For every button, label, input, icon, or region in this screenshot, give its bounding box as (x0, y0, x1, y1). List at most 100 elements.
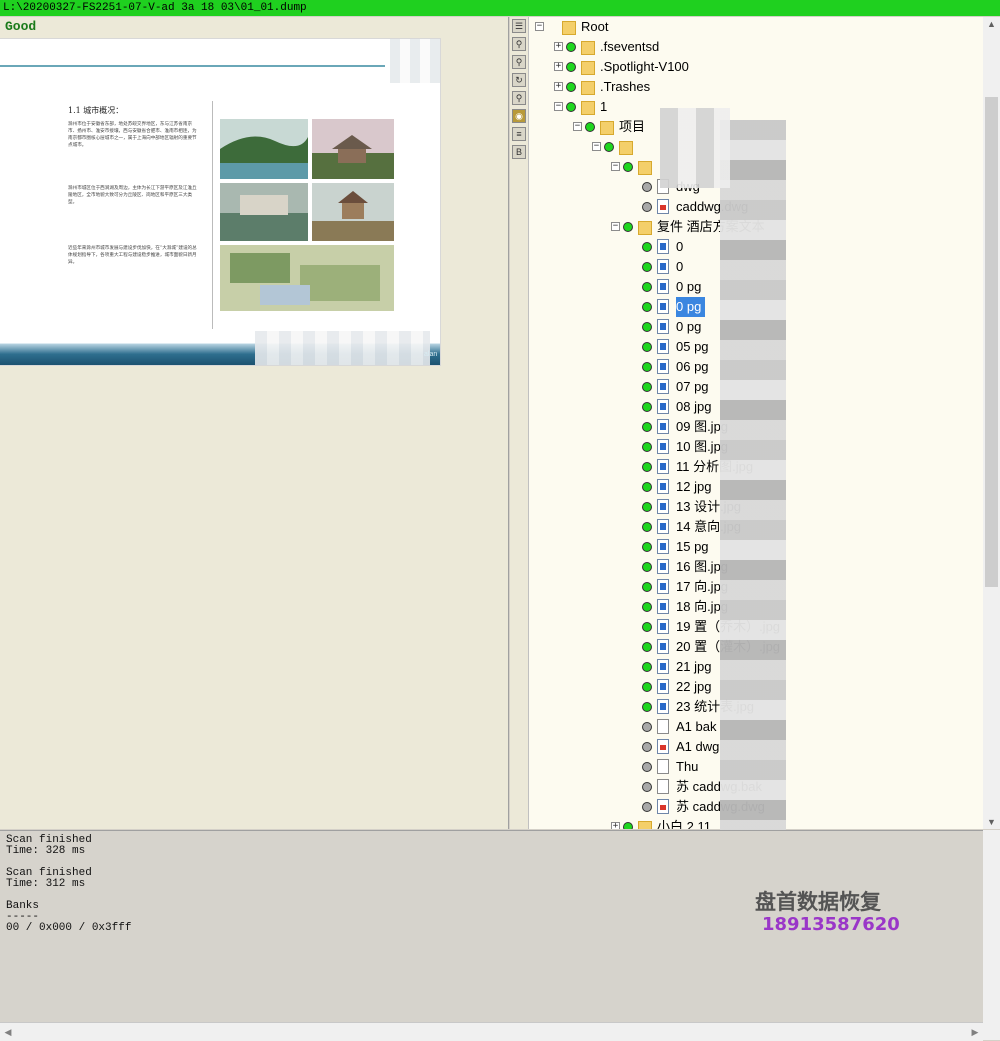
folder-icon (638, 159, 652, 175)
image-file-icon (657, 479, 669, 494)
status-ok-icon (642, 322, 652, 332)
bold-icon[interactable]: B (512, 145, 526, 159)
status-label: Good (5, 19, 37, 34)
preview-top-rule (0, 65, 385, 67)
folder-icon (600, 119, 614, 135)
preview-divider (212, 101, 213, 331)
scroll-up-icon[interactable]: ▲ (983, 17, 1000, 31)
status-ok-icon (642, 622, 652, 632)
tree-folder-row[interactable]: + .Trashes (529, 77, 983, 97)
tree-item-label: 0 pg (676, 319, 702, 334)
image-file-icon (657, 599, 669, 614)
tree-item-label: 06 pg (676, 359, 709, 374)
collapse-icon[interactable]: − (592, 142, 601, 151)
status-ok-icon (642, 702, 652, 712)
status-unknown-icon (642, 762, 652, 772)
expand-icon[interactable]: + (611, 822, 620, 829)
preview-footer-text: alan (424, 351, 438, 358)
image-file-icon (657, 679, 669, 694)
tree-item-label: 08 jpg (676, 399, 712, 414)
scroll-left-icon[interactable]: ◀ (0, 1023, 16, 1041)
tree-folder-row[interactable]: −1 (529, 97, 983, 117)
status-ok-icon (642, 402, 652, 412)
folder-icon (581, 39, 595, 55)
status-unknown-icon (642, 742, 652, 752)
collapse-icon[interactable]: − (611, 222, 620, 231)
status-ok-icon (642, 662, 652, 672)
image-file-icon (657, 579, 669, 594)
search-alt-icon[interactable]: ⚲ (512, 55, 526, 69)
preview-heading: 1.1 城市概况： (68, 106, 124, 115)
tool-strip: ☰ ⚲ ⚲ ↻ ⚲ ◉ ≡ B (510, 17, 529, 829)
tree-folder-row[interactable]: + .Spotlight-V100 (529, 57, 983, 77)
status-ok-icon (566, 62, 576, 72)
preview-panel: Good 1.1 城市概况： 滁州市位于安徽省东部，地处苏皖交界地区，东与江苏省… (0, 17, 509, 829)
folder-icon (562, 19, 576, 35)
eye-icon[interactable]: ◉ (512, 109, 526, 123)
status-ok-icon (642, 362, 652, 372)
image-file-icon (657, 619, 669, 634)
photo-tower (312, 183, 394, 241)
status-ok-icon (566, 102, 576, 112)
file-icon (657, 759, 669, 774)
tree-item-label: Thu (676, 759, 699, 774)
image-file-icon (657, 519, 669, 534)
preview-paragraph-2: 滁州市城区位于西涧湖及周边，主体为长江下游平原区及江淮丘陵地区，全市地貌大致可分… (68, 186, 197, 205)
collapse-icon[interactable]: − (535, 22, 544, 31)
image-file-icon (657, 399, 669, 414)
status-ok-icon (642, 342, 652, 352)
find-icon[interactable]: ⚲ (512, 91, 526, 105)
tree-scrollbar[interactable]: ▲ ▼ (983, 17, 1000, 829)
image-file-icon (657, 699, 669, 714)
expand-icon[interactable]: + (554, 82, 563, 91)
file-icon (657, 779, 669, 794)
window-title: L:\20200327-FS2251-07-V-ad 3a 18 03\01_0… (0, 0, 1000, 16)
status-ok-icon (642, 642, 652, 652)
tree-item-label: .Spotlight-V100 (600, 59, 689, 74)
tree-folder-row[interactable]: − Root (529, 17, 983, 37)
status-ok-icon (642, 542, 652, 552)
tree-item-label: 05 pg (676, 339, 709, 354)
tree-scroll-thumb[interactable] (985, 97, 998, 587)
image-file-icon (657, 239, 669, 254)
tree-item-label: A1 dwg (676, 739, 720, 754)
scrollbar-corner (983, 1022, 1000, 1040)
collapse-icon[interactable]: − (573, 122, 582, 131)
scroll-right-icon[interactable]: ▶ (967, 1023, 983, 1041)
folder-icon (638, 819, 652, 829)
preview-footer-blur (255, 331, 430, 365)
tree-folder-row[interactable]: + .fseventsd (529, 37, 983, 57)
image-file-icon (657, 259, 669, 274)
search-icon[interactable]: ⚲ (512, 37, 526, 51)
folder-icon (581, 99, 595, 115)
status-ok-icon (642, 242, 652, 252)
scroll-down-icon[interactable]: ▼ (983, 815, 1000, 829)
photo-lake (220, 119, 308, 179)
image-file-icon (657, 299, 669, 314)
horizontal-scrollbar[interactable]: ◀ ▶ (0, 1022, 983, 1041)
tree-item-label: 07 pg (676, 379, 709, 394)
photo-bridge (220, 183, 308, 241)
console-scrollbar[interactable] (983, 830, 1000, 1022)
status-ok-icon (642, 562, 652, 572)
dwg-file-icon (657, 739, 669, 754)
tree-item-label: 21 jpg (676, 659, 712, 674)
text-icon[interactable]: ≡ (512, 127, 526, 141)
preview-paragraph-3: 近些年来滁州市城市发展与建设步伐加快，在“大滁城”建设的总体规划指导下，各项重大… (68, 246, 197, 265)
photo-pavilion (312, 119, 394, 179)
expand-icon[interactable]: + (554, 62, 563, 71)
list-icon[interactable]: ☰ (512, 19, 526, 33)
status-ok-icon (642, 682, 652, 692)
file-icon (657, 719, 669, 734)
status-ok-icon (585, 122, 595, 132)
status-unknown-icon (642, 182, 652, 192)
image-file-icon (657, 499, 669, 514)
status-ok-icon (642, 442, 652, 452)
refresh-icon[interactable]: ↻ (512, 73, 526, 87)
expand-icon[interactable]: + (554, 42, 563, 51)
collapse-icon[interactable]: − (554, 102, 563, 111)
status-ok-icon (642, 382, 652, 392)
folder-icon (581, 79, 595, 95)
tree-item-label: A1 bak (676, 719, 717, 734)
collapse-icon[interactable]: − (611, 162, 620, 171)
